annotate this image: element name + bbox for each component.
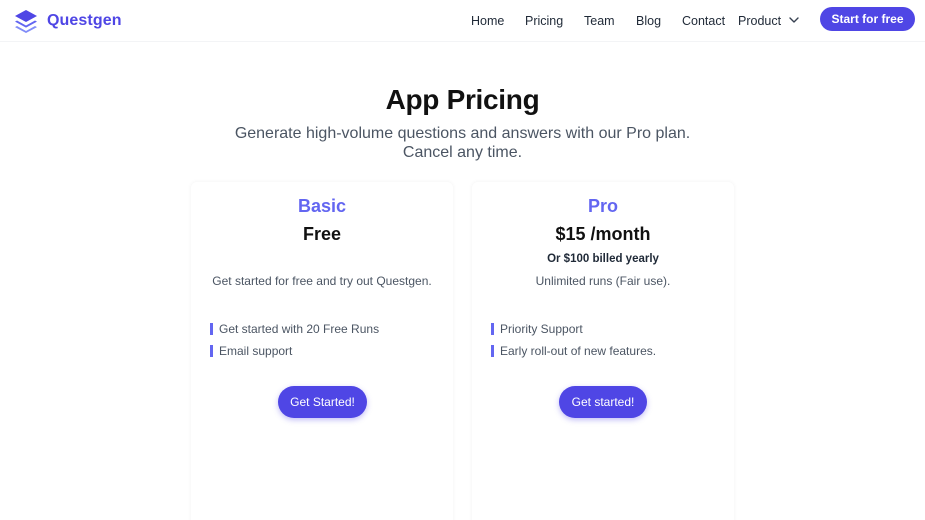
plan-name: Pro xyxy=(587,196,618,216)
nav-contact[interactable]: Contact xyxy=(682,14,725,28)
feature-bullet-icon xyxy=(210,323,213,335)
start-for-free-button[interactable]: Start for free xyxy=(820,7,915,31)
feature-item: Priority Support xyxy=(491,318,656,340)
nav-pricing[interactable]: Pricing xyxy=(525,14,563,28)
feature-label: Get started with 20 Free Runs xyxy=(219,322,380,336)
feature-item: Early roll-out of new features. xyxy=(491,340,656,362)
feature-list: Priority Support Early roll-out of new f… xyxy=(491,318,656,362)
plan-billing-note: Or $100 billed yearly xyxy=(547,253,659,265)
main-nav: Home Pricing Team Blog Contact Product xyxy=(0,13,925,31)
nav-home[interactable]: Home xyxy=(471,14,504,28)
site-header: Questgen Home Pricing Team Blog Contact … xyxy=(0,0,925,42)
feature-list: Get started with 20 Free Runs Email supp… xyxy=(210,318,379,362)
nav-product[interactable]: Product xyxy=(738,14,781,28)
feature-item: Get started with 20 Free Runs xyxy=(210,318,379,340)
plan-description: Unlimited runs (Fair use). xyxy=(535,274,671,288)
feature-label: Email support xyxy=(219,344,293,358)
get-started-pro-button[interactable]: Get started! xyxy=(559,386,647,418)
nav-blog[interactable]: Blog xyxy=(636,14,661,28)
page-subtitle: Generate high-volume questions and answe… xyxy=(234,125,691,161)
pricing-card-basic: Basic Free Get started for free and try … xyxy=(191,182,453,520)
feature-label: Early roll-out of new features. xyxy=(500,344,657,358)
get-started-basic-button[interactable]: Get Started! xyxy=(278,386,367,418)
plan-price: $15 /month xyxy=(555,224,651,244)
chevron-down-icon[interactable] xyxy=(788,15,800,25)
plan-price: Free xyxy=(302,224,342,244)
plan-description: Get started for free and try out Questge… xyxy=(212,274,432,288)
feature-label: Priority Support xyxy=(500,322,583,336)
plan-name: Basic xyxy=(297,196,347,216)
feature-bullet-icon xyxy=(491,345,494,357)
feature-bullet-icon xyxy=(210,345,213,357)
feature-bullet-icon xyxy=(491,323,494,335)
pricing-card-pro: Pro $15 /month Or $100 billed yearly Unl… xyxy=(472,182,734,520)
page-title: App Pricing xyxy=(385,84,540,115)
feature-item: Email support xyxy=(210,340,379,362)
nav-team[interactable]: Team xyxy=(584,14,615,28)
